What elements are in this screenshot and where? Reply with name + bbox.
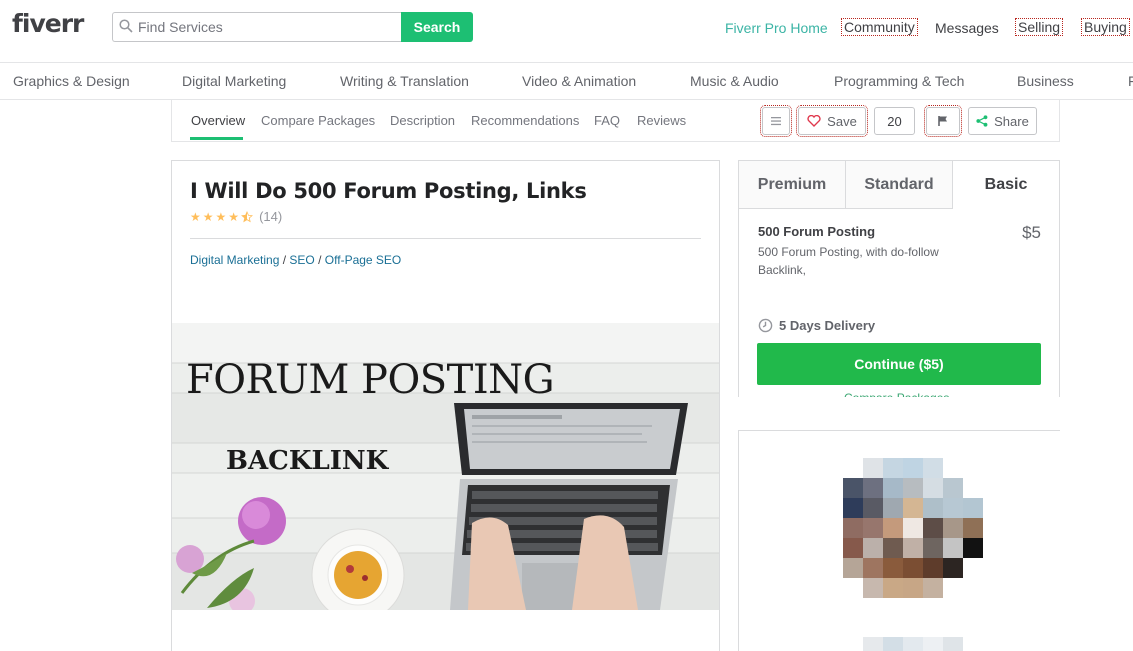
package-price: $5 [1022, 223, 1041, 242]
fiverr-pro-home-link[interactable]: Fiverr Pro Home [725, 20, 828, 36]
breadcrumb-separator: / [282, 253, 287, 267]
tab-basic[interactable]: Basic [953, 161, 1059, 209]
site-header: fiverr Search Fiverr Pro Home Community … [0, 0, 1133, 63]
category-writing-translation[interactable]: Writing & Translation [340, 73, 469, 89]
package-description: 500 Forum Posting, with do-follow Backli… [758, 245, 939, 277]
category-graphics-design[interactable]: Graphics & Design [13, 73, 130, 89]
selling-link[interactable]: Selling [1014, 18, 1064, 36]
delivery-info: 5 Days Delivery [758, 318, 875, 333]
collections-button[interactable] [760, 105, 792, 137]
share-label: Share [994, 113, 1029, 129]
tab-compare-packages[interactable]: Compare Packages [261, 113, 375, 128]
category-music-audio[interactable]: Music & Audio [690, 73, 779, 89]
content-cutoff [738, 397, 1068, 427]
tab-overview[interactable]: Overview [191, 113, 245, 128]
category-programming-tech[interactable]: Programming & Tech [834, 73, 964, 89]
gig-overview-card: I Will Do 500 Forum Posting, Links ★ ★ ★… [171, 160, 720, 651]
report-button[interactable] [924, 105, 962, 137]
tab-standard[interactable]: Standard [846, 161, 953, 209]
tab-recommendations[interactable]: Recommendations [471, 113, 579, 128]
breadcrumb-off-page-seo[interactable]: Off-Page SEO [325, 253, 401, 267]
messages-link[interactable]: Messages [935, 20, 999, 36]
category-menu: Graphics & Design Digital Marketing Writ… [0, 63, 1133, 100]
half-star-icon [241, 210, 254, 222]
fiverr-logo[interactable]: fiverr [12, 9, 84, 38]
seller-card [738, 430, 1060, 651]
search-button[interactable]: Search [401, 12, 473, 42]
package-tabs: Premium Standard Basic [739, 161, 1059, 209]
active-tab-indicator [190, 137, 243, 140]
continue-button[interactable]: Continue ($5) [757, 343, 1041, 385]
rating-count[interactable]: (14) [259, 209, 282, 224]
save-label: Save [827, 113, 857, 129]
save-button[interactable]: Save [796, 105, 868, 137]
category-video-animation[interactable]: Video & Animation [522, 73, 636, 89]
heart-icon [807, 115, 821, 127]
gig-title: I Will Do 500 Forum Posting, Links [190, 179, 587, 203]
gig-subnav: Overview Compare Packages Description Re… [171, 100, 1060, 142]
star-icon: ★ [215, 209, 227, 224]
tab-reviews[interactable]: Reviews [637, 113, 686, 128]
tab-description[interactable]: Description [390, 113, 455, 128]
category-business[interactable]: Business [1017, 73, 1074, 89]
tab-faq[interactable]: FAQ [594, 113, 620, 128]
breadcrumb-separator: / [318, 253, 322, 267]
seller-avatar-preview [863, 637, 963, 651]
breadcrumb-seo[interactable]: SEO [289, 253, 314, 267]
search-icon [119, 19, 133, 33]
delivery-label: 5 Days Delivery [779, 318, 876, 333]
list-icon [771, 117, 781, 126]
rating-stars: ★ ★ ★ ★ (14) [190, 209, 282, 224]
category-truncated[interactable]: F [1128, 73, 1133, 89]
clock-icon [758, 318, 773, 333]
star-icon: ★ [190, 209, 201, 224]
share-button[interactable]: Share [968, 107, 1037, 135]
divider [190, 238, 701, 239]
buying-link[interactable]: Buying [1081, 18, 1130, 36]
tab-premium[interactable]: Premium [739, 161, 846, 209]
search-input[interactable] [112, 12, 402, 42]
breadcrumb-digital-marketing[interactable]: Digital Marketing [190, 253, 279, 267]
breadcrumb: Digital Marketing / SEO / Off-Page SEO [190, 253, 401, 267]
gig-image-subheadline: BACKLINK [226, 446, 390, 476]
community-link[interactable]: Community [841, 18, 918, 36]
category-digital-marketing[interactable]: Digital Marketing [182, 73, 286, 89]
save-count-badge: 20 [874, 107, 915, 135]
star-icon: ★ [228, 209, 240, 224]
share-icon [976, 115, 988, 127]
package-card: Premium Standard Basic 500 Forum Posting… [738, 160, 1060, 420]
package-name: 500 Forum Posting [758, 224, 876, 239]
gig-image-art: FORUM POSTING BACKLINK [172, 323, 719, 610]
gig-gallery-image[interactable]: FORUM POSTING BACKLINK [172, 323, 719, 610]
flag-icon [938, 116, 947, 126]
seller-avatar[interactable] [843, 458, 983, 598]
star-icon: ★ [202, 209, 214, 224]
search-bar: Search [112, 12, 473, 42]
gig-image-headline: FORUM POSTING [186, 357, 554, 403]
